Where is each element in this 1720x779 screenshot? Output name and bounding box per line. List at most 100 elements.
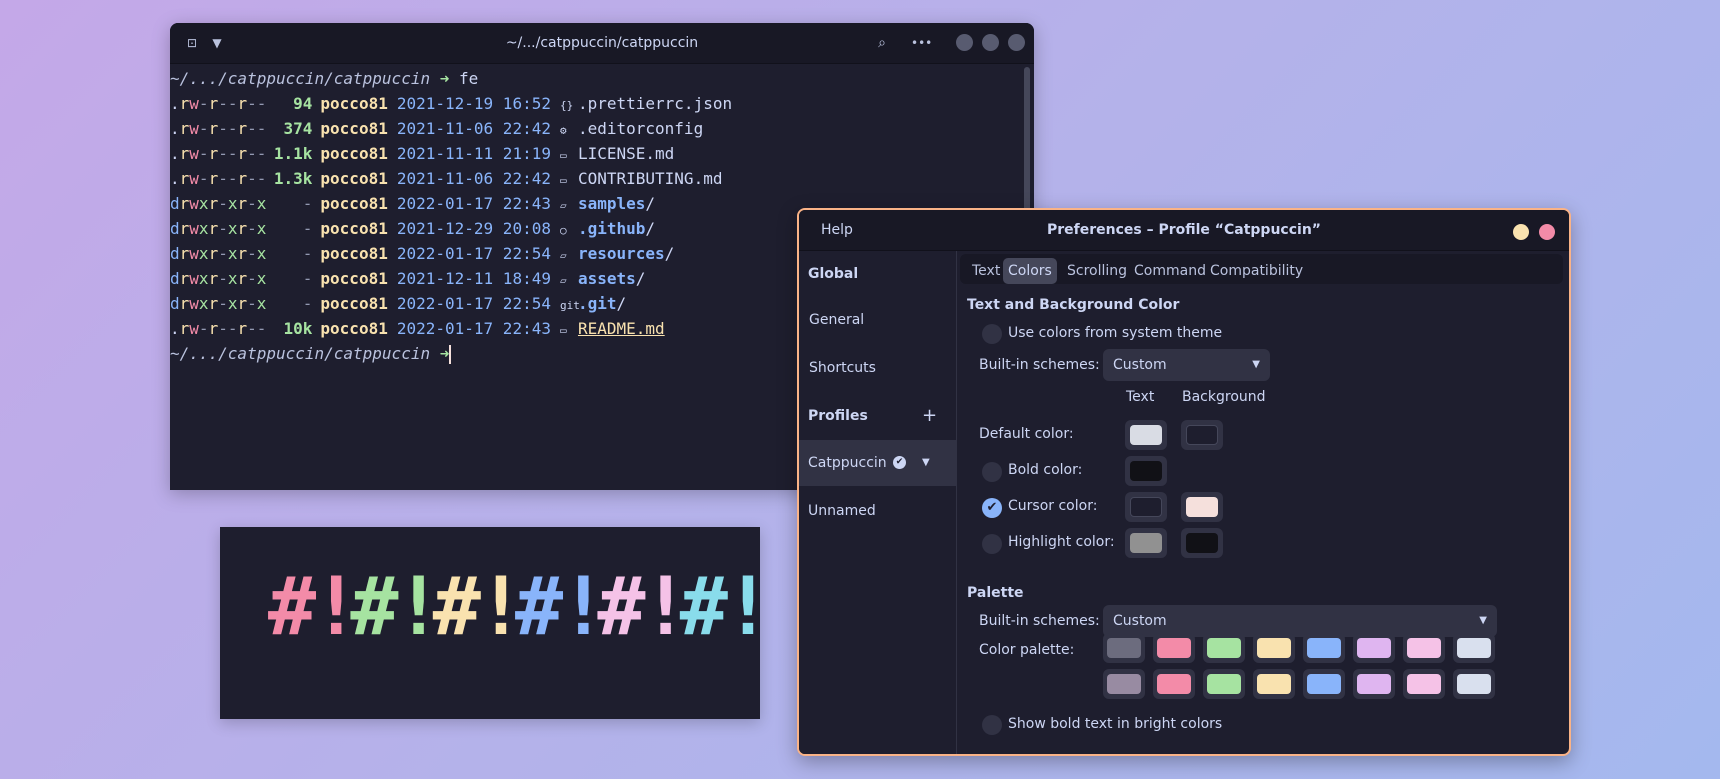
sidebar-item-unnamed[interactable]: Unnamed xyxy=(799,488,956,534)
cursor-color-checkbox[interactable]: ✔ xyxy=(982,498,1002,518)
settings-panel: Text Colors Scrolling Command Compatibil… xyxy=(957,251,1569,754)
sidebar-item-general[interactable]: General xyxy=(799,297,956,343)
color-swatch xyxy=(1457,674,1491,694)
profiles-label: Profiles xyxy=(808,408,868,424)
sidebar-item-catppuccin[interactable]: Catppuccin ✔ ▼ xyxy=(799,440,956,486)
text-cursor xyxy=(449,345,452,364)
color-swatch xyxy=(1307,638,1341,658)
palette-color-button[interactable] xyxy=(1253,633,1295,663)
file-entry: .rw-r--r-- 94 pocco81 2021-12-19 16:52 {} .pr… xyxy=(170,91,1022,116)
chevron-down-icon[interactable]: ▼ xyxy=(922,440,930,486)
palette-color-button[interactable] xyxy=(1403,633,1445,663)
file-size: - xyxy=(302,294,313,313)
palette-color-button[interactable] xyxy=(1303,633,1345,663)
bold-color-checkbox[interactable] xyxy=(982,462,1002,482)
terminal-title: ~/.../catppuccin/catppuccin xyxy=(505,35,699,51)
tab-compatibility[interactable]: Compatibility xyxy=(1205,258,1308,284)
checkmark-icon: ✔ xyxy=(986,500,998,515)
color-swatch xyxy=(1130,533,1162,553)
builtin-schemes-select[interactable]: Custom ▼ xyxy=(1103,349,1270,381)
logo-hash-glyph: # xyxy=(597,560,645,653)
palette-color-button[interactable] xyxy=(1303,669,1345,699)
cursor-bg-color-button[interactable] xyxy=(1181,492,1223,522)
palette-color-button[interactable] xyxy=(1203,669,1245,699)
file-date: 2021-12-11 18:49 xyxy=(396,269,551,288)
file-owner: pocco81 xyxy=(320,294,388,313)
color-swatch xyxy=(1257,638,1291,658)
sidebar-item-shortcuts[interactable]: Shortcuts xyxy=(799,345,956,391)
palette-color-button[interactable] xyxy=(1353,669,1395,699)
default-color-label: Default color: xyxy=(979,426,1074,442)
palette-color-button[interactable] xyxy=(1453,633,1495,663)
file-name: samples xyxy=(577,194,646,213)
palette-color-button[interactable] xyxy=(1403,669,1445,699)
default-profile-check-icon: ✔ xyxy=(893,456,906,469)
palette-color-button[interactable] xyxy=(1103,669,1145,699)
dropdown-arrow-icon: ▼ xyxy=(1252,359,1260,370)
file-size: 1.3k xyxy=(273,169,313,188)
terminal-header: ⊡ ▼ ~/.../catppuccin/catppuccin ⌕ ••• xyxy=(170,23,1034,64)
dir-slash: / xyxy=(664,244,675,263)
logo-hash-glyph: # xyxy=(268,560,316,653)
file-owner: pocco81 xyxy=(320,219,388,238)
file-type-icon: ▭ xyxy=(559,149,567,162)
palette-color-button[interactable] xyxy=(1203,633,1245,663)
palette-color-button[interactable] xyxy=(1353,633,1395,663)
palette-builtin-schemes-label: Built-in schemes: xyxy=(979,613,1100,629)
color-swatch xyxy=(1357,638,1391,658)
file-owner: pocco81 xyxy=(320,119,388,138)
profile-name: Catppuccin xyxy=(808,455,887,471)
file-name: CONTRIBUTING.md xyxy=(577,169,723,188)
use-system-colors-checkbox[interactable] xyxy=(982,324,1002,344)
palette-schemes-value: Custom xyxy=(1113,613,1167,629)
highlight-color-checkbox[interactable] xyxy=(982,534,1002,554)
color-swatch xyxy=(1157,638,1191,658)
palette-color-button[interactable] xyxy=(1153,633,1195,663)
color-swatch xyxy=(1257,674,1291,694)
highlight-bg-color-button[interactable] xyxy=(1181,528,1223,558)
color-swatch xyxy=(1207,638,1241,658)
palette-color-button[interactable] xyxy=(1253,669,1295,699)
tab-colors[interactable]: Colors xyxy=(1003,258,1057,284)
tab-text[interactable]: Text xyxy=(967,258,1005,284)
color-swatch xyxy=(1186,533,1218,553)
palette-color-button[interactable] xyxy=(1153,669,1195,699)
color-swatch xyxy=(1157,674,1191,694)
bright-bold-checkbox[interactable] xyxy=(982,715,1002,735)
minimize-button[interactable] xyxy=(1513,224,1529,240)
bold-text-color-button[interactable] xyxy=(1125,456,1167,486)
maximize-button[interactable] xyxy=(982,34,999,51)
palette-color-button[interactable] xyxy=(1453,669,1495,699)
file-date: 2021-11-06 22:42 xyxy=(396,119,551,138)
minimize-button[interactable] xyxy=(956,34,973,51)
dir-slash: / xyxy=(616,294,627,313)
logo-hash-glyph: # xyxy=(432,560,481,653)
tab-command[interactable]: Command xyxy=(1129,258,1211,284)
color-swatch xyxy=(1457,638,1491,658)
cursor-text-color-button[interactable] xyxy=(1125,492,1167,522)
color-swatch xyxy=(1130,497,1162,517)
add-profile-button[interactable]: + xyxy=(922,393,937,439)
prompt-arrow: ➜ xyxy=(439,344,450,363)
color-swatch xyxy=(1207,674,1241,694)
color-swatch xyxy=(1130,425,1162,445)
menu-icon[interactable]: ••• xyxy=(911,33,932,53)
file-permissions: .rw-r--r-- xyxy=(170,144,267,163)
file-size: 10k xyxy=(283,319,313,338)
file-name: resources xyxy=(577,244,665,263)
dialog-header: Help Preferences – Profile “Catppuccin” xyxy=(799,210,1569,251)
close-button[interactable] xyxy=(1539,224,1555,240)
tab-scrolling[interactable]: Scrolling xyxy=(1062,258,1132,284)
color-swatch xyxy=(1186,497,1218,517)
column-background-label: Background xyxy=(1182,389,1266,405)
highlight-text-color-button[interactable] xyxy=(1125,528,1167,558)
default-bg-color-button[interactable] xyxy=(1181,420,1223,450)
search-icon[interactable]: ⌕ xyxy=(872,33,892,53)
default-text-color-button[interactable] xyxy=(1125,420,1167,450)
color-swatch xyxy=(1130,461,1162,481)
file-owner: pocco81 xyxy=(320,269,388,288)
palette-color-button[interactable] xyxy=(1103,633,1145,663)
file-type-icon: ○ xyxy=(559,224,567,237)
file-name: .github xyxy=(577,219,646,238)
close-button[interactable] xyxy=(1008,34,1025,51)
